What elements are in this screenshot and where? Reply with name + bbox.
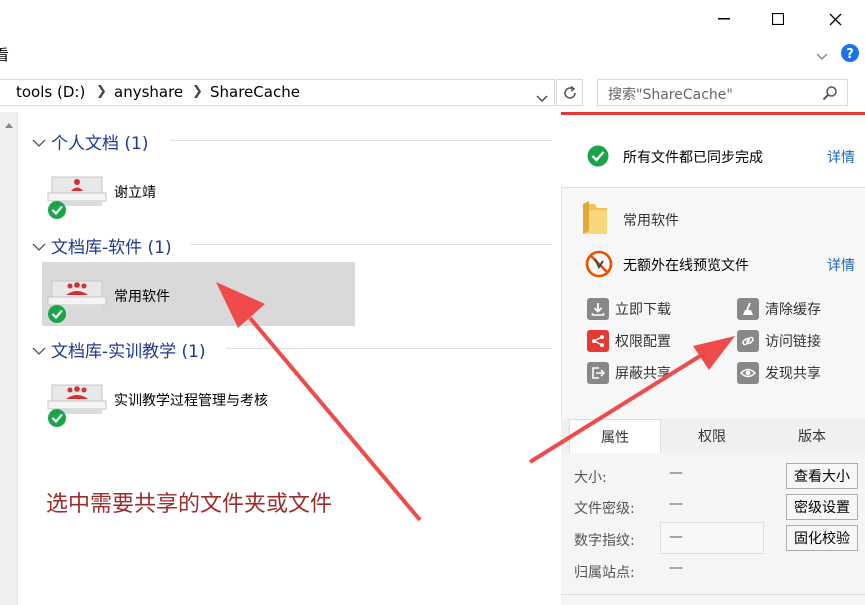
scroll-up-icon[interactable] — [4, 122, 14, 129]
link-icon — [737, 330, 759, 352]
no-preview-icon — [585, 250, 613, 282]
group-divider — [190, 244, 552, 245]
clear-cache-button[interactable]: 清除缓存 — [737, 298, 821, 320]
annotation-text: 选中需要共享的文件夹或文件 — [46, 492, 333, 517]
site-value: — — [669, 560, 683, 576]
digital-fingerprint-label: 数字指纹: — [574, 533, 635, 549]
item-label[interactable]: 实训教学过程管理与考核 — [114, 390, 268, 410]
download-button[interactable]: 立即下载 — [587, 298, 671, 320]
ribbon-bar: 看 ? — [0, 38, 865, 72]
breadcrumb-chevron-icon[interactable]: ❯ — [96, 84, 107, 99]
folder-name: 常用软件 — [623, 213, 679, 229]
secret-level-label: 文件密级: — [574, 501, 635, 517]
collapse-chevron-icon[interactable] — [32, 134, 46, 153]
breadcrumb-drive[interactable]: tools (D:) — [16, 83, 85, 101]
collapse-chevron-icon[interactable] — [32, 342, 46, 361]
block-share-button[interactable]: 屏蔽共享 — [587, 362, 671, 384]
sync-ok-icon — [587, 145, 609, 171]
details-tabs: 属性 权限 版本 — [561, 419, 865, 454]
folder-item-icon[interactable] — [44, 380, 110, 430]
secret-level-settings-button[interactable]: 密级设置 — [786, 494, 858, 520]
breadcrumb-chevron-icon[interactable]: ❯ — [192, 84, 203, 99]
group-header-training[interactable]: 文档库-实训教学 (1) — [51, 337, 206, 362]
properties-section: 大小: — 查看大小 文件密级: — 密级设置 数字指纹: — 固化校验 归属站… — [561, 453, 865, 605]
broom-icon — [737, 298, 759, 320]
title-bar — [0, 0, 865, 38]
left-scrollbar[interactable] — [0, 112, 18, 605]
collapse-chevron-icon[interactable] — [32, 238, 46, 257]
sync-details-link[interactable]: 详情 — [827, 147, 855, 167]
fingerprint-field: — — [660, 522, 764, 554]
group-divider — [170, 140, 552, 141]
folder-item-icon[interactable] — [44, 172, 110, 222]
download-icon — [587, 298, 609, 320]
maximize-button[interactable] — [755, 0, 801, 38]
exit-icon — [587, 362, 609, 384]
secret-level-value: — — [669, 496, 683, 512]
group-divider — [226, 348, 552, 349]
share-icon — [587, 330, 609, 352]
breadcrumb-anyshare[interactable]: anyshare — [114, 83, 183, 101]
size-value: — — [669, 465, 683, 481]
size-label: 大小: — [574, 470, 607, 486]
search-icon[interactable] — [822, 85, 838, 105]
item-label[interactable]: 谢立靖 — [114, 182, 156, 202]
svg-text:?: ? — [846, 47, 854, 62]
close-button[interactable] — [812, 0, 858, 38]
site-label: 归属站点: — [574, 565, 635, 581]
group-header-software[interactable]: 文档库-软件 (1) — [51, 233, 172, 258]
minimize-button[interactable] — [701, 0, 747, 38]
view-size-button[interactable]: 查看大小 — [786, 463, 858, 489]
close-icon — [829, 13, 841, 25]
minimize-icon — [718, 18, 730, 20]
panel-bottom-divider — [561, 594, 865, 595]
permissions-button[interactable]: 权限配置 — [587, 330, 671, 352]
item-label-selected[interactable]: 常用软件 — [114, 286, 170, 306]
tab-properties[interactable]: 属性 — [569, 419, 661, 454]
group-header-personal[interactable]: 个人文档 (1) — [51, 129, 148, 154]
ribbon-expand-icon[interactable] — [815, 47, 829, 66]
refresh-button[interactable] — [556, 79, 583, 106]
search-input[interactable]: 搜索"ShareCache" — [608, 84, 733, 104]
sync-status-text: 所有文件都已同步完成 — [623, 150, 763, 166]
preview-status-text: 无额外在线预览文件 — [623, 258, 749, 274]
help-icon[interactable]: ? — [840, 43, 860, 67]
access-link-button[interactable]: 访问链接 — [737, 330, 821, 352]
refresh-icon — [563, 85, 576, 99]
sync-status-section: 所有文件都已同步完成 详情 — [561, 112, 865, 188]
breadcrumb-sharecache[interactable]: ShareCache — [210, 83, 300, 101]
ribbon-view-tab[interactable]: 看 — [0, 44, 9, 65]
search-box[interactable]: 搜索"ShareCache" — [597, 79, 848, 106]
address-dropdown-icon[interactable] — [536, 88, 548, 107]
eye-icon — [737, 362, 759, 384]
maximize-icon — [772, 13, 784, 25]
preview-details-link[interactable]: 详情 — [827, 255, 855, 275]
tab-permissions[interactable]: 权限 — [667, 419, 757, 453]
verify-button[interactable]: 固化校验 — [786, 525, 858, 551]
tab-versions[interactable]: 版本 — [767, 419, 857, 453]
folder-item-icon[interactable] — [44, 276, 110, 326]
discover-share-button[interactable]: 发现共享 — [737, 362, 821, 384]
folder-icon — [580, 200, 610, 240]
